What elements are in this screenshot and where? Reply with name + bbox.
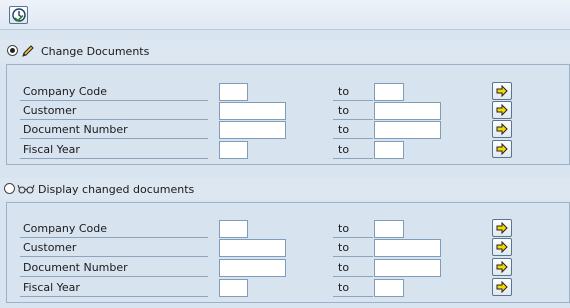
criteria-row-fiscal-year: Fiscal Year to	[7, 140, 569, 160]
field-label: Customer	[20, 239, 208, 257]
arrow-right-icon	[496, 261, 508, 273]
arrow-right-icon	[496, 281, 508, 293]
criteria-row-company-code: Company Code to	[7, 219, 569, 239]
criteria-row-customer: Customer to	[7, 238, 569, 258]
document-number-from-input[interactable]	[219, 121, 286, 139]
fiscal-year-to-input[interactable]	[374, 141, 404, 159]
to-label: to	[333, 141, 373, 159]
multiple-selection-button[interactable]	[492, 140, 512, 158]
section-header-display-changed-documents: Display changed documents	[0, 178, 570, 200]
arrow-right-icon	[496, 241, 508, 253]
arrow-right-icon	[496, 85, 508, 97]
field-label: Fiscal Year	[20, 279, 208, 297]
multiple-selection-button[interactable]	[492, 101, 512, 119]
to-label: to	[333, 259, 373, 277]
multiple-selection-button[interactable]	[492, 120, 512, 138]
document-number-to-input[interactable]	[374, 121, 441, 139]
multiple-selection-button[interactable]	[492, 82, 512, 100]
glasses-icon	[17, 184, 35, 194]
criteria-row-document-number: Document Number to	[7, 258, 569, 278]
company-code-to-input[interactable]	[374, 83, 404, 101]
arrow-right-icon	[496, 104, 508, 116]
company-code-to-input[interactable]	[374, 220, 404, 238]
field-label: Fiscal Year	[20, 141, 208, 159]
customer-to-input[interactable]	[374, 102, 441, 120]
field-label: Company Code	[20, 83, 208, 101]
field-label: Document Number	[20, 259, 208, 277]
field-label: Company Code	[20, 220, 208, 238]
arrow-right-icon	[496, 222, 508, 234]
customer-from-input[interactable]	[219, 239, 286, 257]
multiple-selection-button[interactable]	[492, 219, 512, 237]
criteria-row-company-code: Company Code to	[7, 82, 569, 102]
criteria-row-fiscal-year: Fiscal Year to	[7, 278, 569, 298]
section-title: Change Documents	[41, 45, 150, 58]
criteria-row-document-number: Document Number to	[7, 120, 569, 140]
multiple-selection-button[interactable]	[492, 258, 512, 276]
criteria-row-customer: Customer to	[7, 101, 569, 121]
field-label: Document Number	[20, 121, 208, 139]
change-documents-criteria-group: Company Code to Customer to Document Num…	[6, 64, 570, 165]
fiscal-year-from-input[interactable]	[219, 141, 248, 159]
section-header-change-documents: Change Documents	[0, 40, 570, 62]
multiple-selection-button[interactable]	[492, 238, 512, 256]
document-number-to-input[interactable]	[374, 259, 441, 277]
fiscal-year-from-input[interactable]	[219, 279, 248, 297]
multiple-selection-button[interactable]	[492, 278, 512, 296]
customer-to-input[interactable]	[374, 239, 441, 257]
to-label: to	[333, 279, 373, 297]
arrow-right-icon	[496, 123, 508, 135]
display-changed-documents-criteria-group: Company Code to Customer to Document Num…	[6, 202, 570, 303]
to-label: to	[333, 220, 373, 238]
company-code-from-input[interactable]	[219, 83, 248, 101]
radio-change-documents[interactable]	[7, 45, 18, 56]
to-label: to	[333, 102, 373, 120]
to-label: to	[333, 83, 373, 101]
fiscal-year-to-input[interactable]	[374, 279, 404, 297]
section-title: Display changed documents	[38, 183, 195, 196]
to-label: to	[333, 121, 373, 139]
execute-clock-icon	[12, 8, 26, 22]
customer-from-input[interactable]	[219, 102, 286, 120]
field-label: Customer	[20, 102, 208, 120]
execute-button[interactable]	[9, 6, 28, 24]
application-toolbar	[0, 0, 570, 30]
arrow-right-icon	[496, 143, 508, 155]
pencil-icon	[22, 45, 34, 57]
radio-display-changed-documents[interactable]	[4, 183, 15, 194]
document-number-from-input[interactable]	[219, 259, 286, 277]
company-code-from-input[interactable]	[219, 220, 248, 238]
to-label: to	[333, 239, 373, 257]
